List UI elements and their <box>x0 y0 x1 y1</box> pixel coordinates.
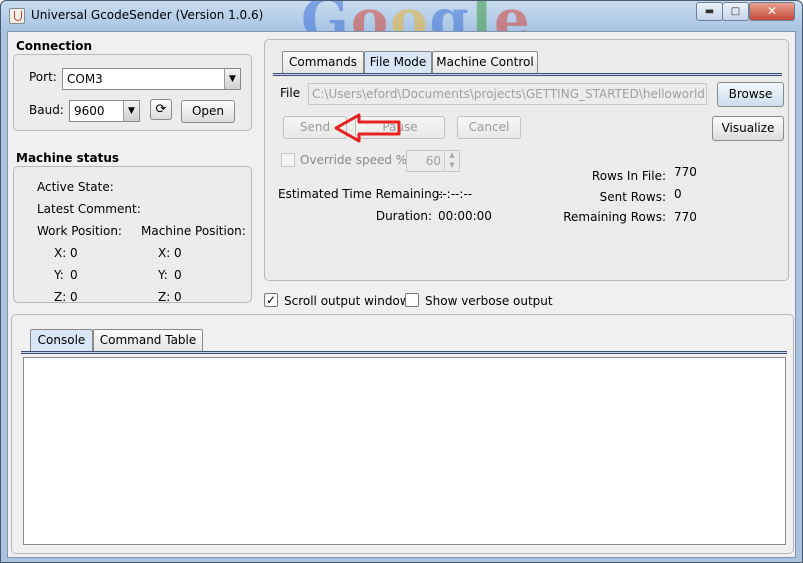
output-panel: Console Command Table <box>11 314 794 554</box>
override-speed-checkbox[interactable] <box>281 153 295 167</box>
maximize-button[interactable]: □ <box>722 2 749 21</box>
refresh-button[interactable]: ⟳ <box>150 99 172 120</box>
port-value: COM3 <box>67 72 103 86</box>
connection-panel: Port: COM3 ▼ Baud: 9600 ▼ ⟳ Open <box>13 54 252 131</box>
title-bar[interactable]: Google Universal GcodeSender (Version 1.… <box>1 1 802 31</box>
work-y-value: 0 <box>70 268 78 282</box>
estimated-time-value: --:--:-- <box>438 187 473 201</box>
chevron-down-icon: ▼ <box>224 69 240 89</box>
scroll-output-checkbox[interactable]: ✓ <box>264 293 278 307</box>
tab-strip-divider <box>273 73 782 76</box>
work-z-value: 0 <box>70 290 78 304</box>
annotation-arrow <box>334 113 401 143</box>
rows-in-file-label: Rows In File: <box>591 169 666 183</box>
machine-position-label: Machine Position: <box>141 224 246 238</box>
app-window: Google Universal GcodeSender (Version 1.… <box>0 0 803 563</box>
port-select[interactable]: COM3 ▼ <box>62 68 241 90</box>
machine-x-label: X: <box>158 246 171 260</box>
close-icon: ✕ <box>766 4 778 18</box>
rows-in-file-value: 770 <box>674 165 697 179</box>
tab-file-mode[interactable]: File Mode <box>364 51 432 73</box>
work-z-label: Z: <box>54 290 67 304</box>
active-state-label: Active State: <box>37 180 114 194</box>
spinner-up-icon[interactable]: ▲ <box>444 151 459 161</box>
visualize-button[interactable]: Visualize <box>712 116 784 141</box>
baud-select[interactable]: 9600 ▼ <box>69 100 140 122</box>
mode-panel: Commands File Mode Machine Control File … <box>264 39 789 281</box>
tab-command-table[interactable]: Command Table <box>93 329 203 351</box>
remaining-rows-label: Remaining Rows: <box>563 210 666 224</box>
tab-machine-control[interactable]: Machine Control <box>432 51 538 73</box>
minimize-icon: ▬ <box>704 6 715 17</box>
duration-label: Duration: <box>375 209 432 223</box>
work-x-value: 0 <box>70 246 78 260</box>
estimated-time-label: Estimated Time Remaining: <box>278 187 444 201</box>
override-speed-value: 60 <box>425 154 441 168</box>
file-path-field[interactable]: C:\Users\eford\Documents\projects\GETTIN… <box>308 83 707 105</box>
remaining-rows-value: 770 <box>674 210 697 224</box>
machine-status-panel: Active State: Latest Comment: Work Posit… <box>13 166 252 304</box>
work-position-label: Work Position: <box>37 224 122 238</box>
machine-y-value: 0 <box>174 268 182 282</box>
minimize-button[interactable]: ▬ <box>696 2 723 21</box>
browse-button[interactable]: Browse <box>717 82 784 107</box>
work-y-label: Y: <box>54 268 64 282</box>
open-button[interactable]: Open <box>181 100 235 123</box>
spinner-down-icon[interactable]: ▼ <box>444 161 459 171</box>
client-area: Connection Port: COM3 ▼ Baud: 9600 ▼ ⟳ O… <box>7 31 796 558</box>
tab-commands[interactable]: Commands <box>282 51 364 73</box>
port-label: Port: <box>29 70 57 84</box>
sent-rows-label: Sent Rows: <box>599 190 666 204</box>
machine-x-value: 0 <box>174 246 182 260</box>
work-x-label: X: <box>54 246 67 260</box>
verbose-output-checkbox[interactable] <box>405 293 419 307</box>
chevron-down-icon: ▼ <box>123 101 139 121</box>
cancel-button[interactable]: Cancel <box>457 116 521 139</box>
window-title: Universal GcodeSender (Version 1.0.6) <box>31 8 264 22</box>
refresh-icon: ⟳ <box>155 102 167 117</box>
arrow-icon <box>334 113 401 143</box>
machine-status-title: Machine status <box>16 151 120 165</box>
override-speed-label: Override speed % <box>300 153 408 167</box>
machine-z-label: Z: <box>158 290 171 304</box>
scroll-output-label: Scroll output window <box>284 294 410 308</box>
duration-value: 00:00:00 <box>438 209 492 223</box>
machine-z-value: 0 <box>174 290 182 304</box>
checkmark-icon: ✓ <box>265 293 277 307</box>
baud-value: 9600 <box>74 104 105 118</box>
baud-label: Baud: <box>29 103 64 117</box>
console-output[interactable] <box>23 357 786 545</box>
sent-rows-value: 0 <box>674 187 682 201</box>
tab-console[interactable]: Console <box>30 329 93 351</box>
background-logo: Google <box>301 1 532 31</box>
machine-y-label: Y: <box>158 268 168 282</box>
java-app-icon[interactable] <box>9 8 25 24</box>
file-label: File <box>280 86 301 100</box>
connection-title: Connection <box>16 39 93 53</box>
maximize-icon: □ <box>730 6 741 17</box>
bottom-tab-divider <box>21 351 787 354</box>
latest-comment-label: Latest Comment: <box>37 202 141 216</box>
verbose-output-label: Show verbose output <box>425 294 553 308</box>
close-button[interactable]: ✕ <box>749 2 795 21</box>
